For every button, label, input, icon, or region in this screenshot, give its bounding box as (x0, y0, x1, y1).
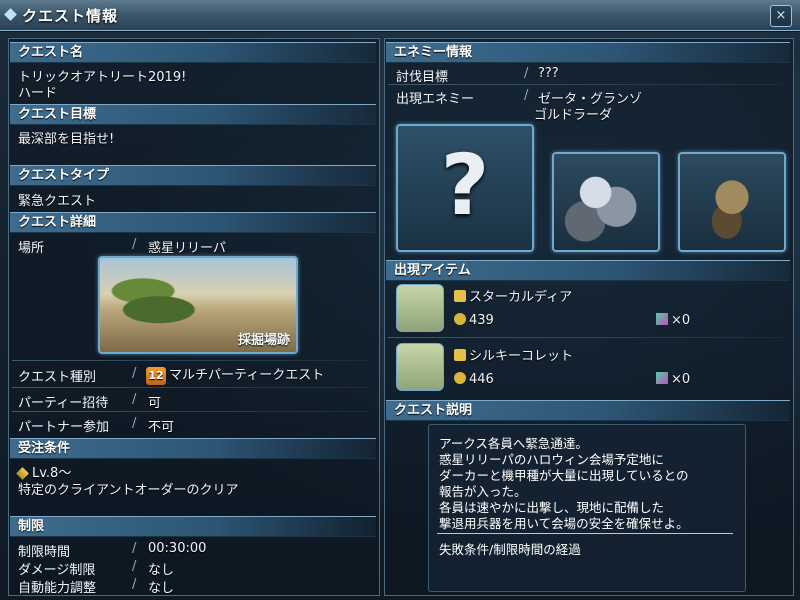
description-box: アークス各員へ緊急通達。 惑星リリーパのハロウィン会場予定地に ダーカーと機甲種… (428, 424, 746, 592)
area-caption: 採掘場跡 (237, 333, 290, 348)
item-type-icon (454, 290, 466, 302)
window-title-bar: クエスト情報 × (0, 0, 800, 31)
partner-value: 不可 (148, 420, 175, 435)
close-button[interactable]: × (770, 5, 792, 27)
time-limit-value: 00:30:00 (148, 541, 207, 556)
owned-icon (656, 313, 668, 325)
description-line: 撃退用兵器を用いて会場の安全を確保せよ。 (439, 516, 689, 531)
order-condition: 特定のクライアントオーダーのクリア (18, 483, 239, 498)
damage-limit-value: なし (148, 563, 175, 578)
item-card-image[interactable] (396, 343, 444, 391)
auto-adjust-label: 自動能力調整 (18, 581, 97, 596)
quest-type-header: クエストタイプ (10, 165, 376, 186)
window-title: クエスト情報 (22, 7, 119, 25)
separator-slash: / (132, 237, 137, 252)
location-value: 惑星リリーパ (148, 241, 226, 256)
item-count-value: 439 (469, 313, 494, 328)
description-header: クエスト説明 (386, 400, 790, 421)
enemy-info-header: エネミー情報 (386, 42, 790, 63)
limits-header: 制限 (10, 516, 376, 537)
quest-kind-label: クエスト種別 (18, 370, 97, 385)
item-count: 446 (454, 372, 494, 387)
divider (12, 411, 368, 412)
divider (12, 360, 368, 361)
description-divider (437, 533, 733, 534)
target-label: 討伐目標 (396, 70, 449, 85)
search-icon (454, 372, 466, 384)
question-mark-icon: ? (440, 136, 490, 234)
items-header: 出現アイテム (386, 260, 790, 281)
quest-type: 緊急クエスト (18, 194, 97, 209)
appear-enemy-label: 出現エネミー (396, 92, 475, 107)
owned-icon (656, 372, 668, 384)
item-type-icon (454, 349, 466, 361)
item-owned-value: ×0 (671, 372, 691, 387)
unknown-enemy-card[interactable]: ? (396, 124, 534, 252)
divider (388, 337, 782, 338)
separator-slash: / (132, 416, 137, 431)
enemy-goldrada-image[interactable] (678, 152, 786, 252)
separator-slash: / (132, 392, 137, 407)
area-image: 採掘場跡 (98, 256, 298, 354)
fail-condition: 失敗条件/制限時間の経過 (439, 542, 581, 557)
conditions-header: 受注条件 (10, 438, 376, 459)
appear-enemy-2: ゴルドラーダ (534, 108, 613, 123)
auto-adjust-value: なし (148, 581, 175, 596)
divider (388, 84, 782, 85)
multi-party-icon: 12 (146, 366, 166, 385)
item-owned: ×0 (656, 372, 690, 387)
item-name-text: スターカルディア (469, 290, 573, 305)
time-limit-label: 制限時間 (18, 545, 71, 560)
item-name: スターカルディア (454, 286, 572, 305)
divider (12, 387, 368, 388)
separator-slash: / (132, 541, 137, 556)
quest-kind-value: 12 マルチパーティークエスト (146, 364, 324, 385)
search-icon (454, 313, 466, 325)
location-label: 場所 (18, 241, 45, 256)
item-owned-value: ×0 (671, 313, 691, 328)
separator-slash: / (524, 66, 529, 81)
target-value: ??? (538, 66, 559, 81)
level-icon (16, 467, 29, 480)
quest-goal-header: クエスト目標 (10, 104, 376, 125)
title-diamond-icon (4, 8, 17, 21)
item-owned: ×0 (656, 313, 690, 328)
separator-slash: / (132, 366, 137, 381)
quest-detail-header: クエスト詳細 (10, 212, 376, 233)
quest-goal: 最深部を目指せ! (18, 132, 115, 147)
separator-slash: / (524, 88, 529, 103)
item-card-image[interactable] (396, 284, 444, 332)
damage-limit-label: ダメージ制限 (18, 563, 96, 578)
item-name: シルキーコレット (454, 345, 573, 364)
party-invite-value: 可 (148, 396, 162, 411)
enemy-zeta-granzo-image[interactable] (552, 152, 660, 252)
separator-slash: / (132, 577, 137, 592)
partner-label: パートナー参加 (18, 420, 110, 435)
quest-difficulty: ハード (18, 86, 58, 101)
item-name-text: シルキーコレット (469, 349, 574, 364)
quest-kind-text: マルチパーティークエスト (169, 368, 325, 383)
quest-name-header: クエスト名 (10, 42, 376, 63)
separator-slash: / (132, 559, 137, 574)
party-invite-label: パーティー招待 (18, 396, 109, 411)
item-count: 439 (454, 313, 494, 328)
item-count-value: 446 (469, 372, 494, 387)
